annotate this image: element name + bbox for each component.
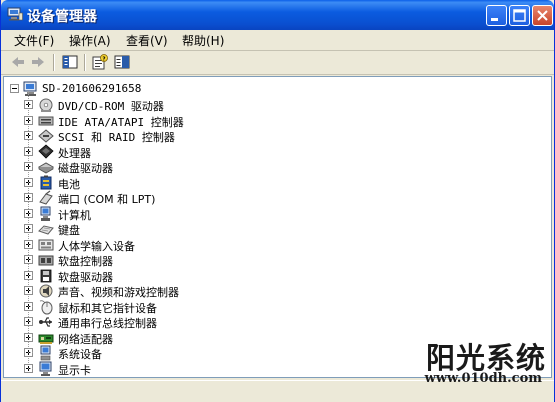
tree-item-label: 鼠标和其它指针设备 (58, 301, 157, 315)
tree-connector (28, 104, 33, 105)
port-icon (39, 190, 53, 205)
cdrom-icon (39, 98, 53, 112)
close-button[interactable] (532, 5, 553, 26)
properties-icon[interactable]: ? (91, 54, 109, 70)
tree-connector (28, 352, 33, 353)
minimize-icon (491, 18, 498, 21)
usb-icon (39, 317, 52, 327)
disk-drive-icon (38, 162, 54, 174)
device-manager-icon (7, 7, 23, 21)
processor-icon (38, 143, 54, 159)
tree-item-label: 通用串行总线控制器 (58, 317, 157, 330)
tree-connector (28, 119, 33, 121)
toolbar: ? (1, 51, 554, 75)
tree-item-label: 磁盘驱动器 (58, 162, 113, 175)
menu-help[interactable]: 帮助(H) (182, 32, 224, 49)
computer-icon (23, 81, 37, 96)
tree-item-label: 电池 (58, 177, 80, 191)
maximize-icon (513, 9, 526, 22)
tree-connector (28, 228, 33, 229)
tree-item-label: IDE ATA/ATAPI 控制器 (58, 115, 184, 129)
watermark-url: www.010dh.com (424, 371, 542, 386)
hid-icon (38, 239, 54, 250)
system-device-icon (40, 345, 51, 361)
toolbar-separator (84, 54, 86, 71)
menu-bar: 文件(F) 操作(A) 查看(V) 帮助(H) (1, 30, 554, 51)
tree-item-label: 软盘控制器 (58, 255, 113, 268)
computer-node-icon (40, 206, 51, 221)
svg-text:?: ? (102, 56, 105, 62)
scsi-icon (38, 129, 54, 143)
tree-item-label: DVD/CD-ROM 驱动器 (58, 100, 164, 113)
tree-connector (28, 150, 33, 152)
sound-icon (39, 284, 53, 298)
tree-connector (28, 212, 33, 214)
keyboard-icon (38, 225, 54, 235)
menu-file[interactable]: 文件(F) (14, 32, 54, 49)
tree-connector (28, 274, 33, 276)
help-icon[interactable] (113, 54, 131, 70)
minimize-button[interactable] (486, 5, 507, 26)
tree-item-label: 网络适配器 (58, 332, 113, 346)
tree-item-label: 显示卡 (58, 363, 91, 377)
collapse-toggle[interactable] (10, 84, 19, 93)
console-tree-icon[interactable] (61, 54, 79, 70)
tree-connector (28, 321, 33, 322)
menu-view[interactable]: 查看(V) (126, 32, 168, 49)
floppy-drive-icon (40, 269, 52, 282)
device-manager-window: 设备管理器 文件(F) 操作(A) 查看(V) 帮助(H) ? SD-20160… (0, 0, 555, 402)
back-arrow-icon[interactable] (9, 54, 27, 70)
tree-item-label: 声音、视频和游戏控制器 (58, 286, 179, 299)
tree-item-label: 端口 (COM 和 LPT) (58, 193, 156, 206)
tree-item-label: SCSI 和 RAID 控制器 (58, 131, 175, 144)
toolbar-separator (53, 54, 55, 71)
tree-item-label: 处理器 (58, 146, 91, 160)
tree-item-label: 计算机 (58, 208, 91, 222)
floppy-controller-icon (38, 255, 54, 266)
tree-connector (28, 135, 33, 136)
network-adapter-icon (38, 334, 54, 344)
tree-item-label: 键盘 (58, 224, 80, 237)
window-title: 设备管理器 (27, 9, 97, 25)
menu-action[interactable]: 操作(A) (69, 32, 111, 49)
maximize-button[interactable] (509, 5, 530, 26)
tree-connector (28, 197, 33, 198)
tree-connector (28, 166, 33, 167)
tree-connector (28, 367, 33, 369)
computer-name: SD-201606291658 (42, 82, 142, 95)
tree-connector (28, 243, 33, 245)
display-adapter-icon (39, 361, 52, 376)
tree-item-label: 软盘驱动器 (58, 270, 113, 284)
watermark: 阳光系统 www.010dh.com (388, 333, 548, 389)
title-bar[interactable]: 设备管理器 (1, 0, 554, 30)
close-icon (537, 10, 548, 21)
tree-connector (28, 290, 33, 291)
battery-icon (40, 175, 52, 189)
forward-arrow-icon[interactable] (29, 54, 47, 70)
ide-controller-icon (38, 116, 54, 125)
mouse-icon (39, 299, 53, 314)
tree-connector (28, 305, 33, 307)
tree-connector (28, 336, 33, 338)
tree-connector (28, 259, 33, 260)
tree-item-label: 人体学输入设备 (58, 239, 135, 253)
tree-connector (28, 181, 33, 183)
tree-item-label: 系统设备 (58, 348, 102, 361)
